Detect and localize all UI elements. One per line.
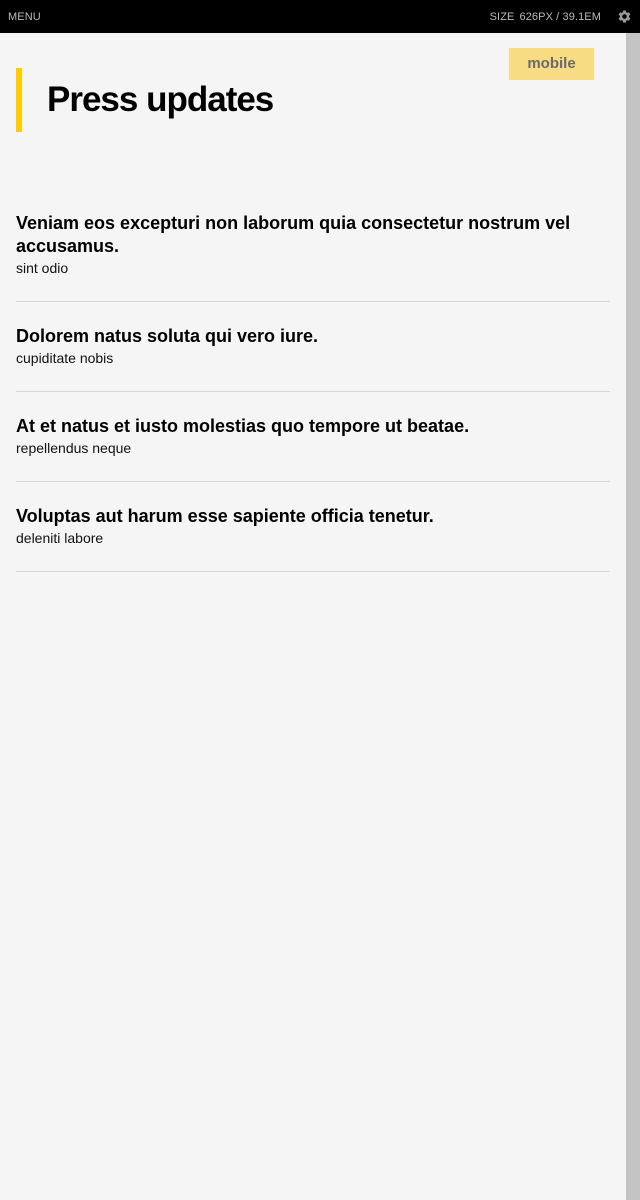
size-label: SIZE <box>489 11 515 23</box>
vertical-scrollbar[interactable] <box>626 33 640 1200</box>
press-item[interactable]: Veniam eos excepturi non laborum quia co… <box>16 212 610 302</box>
size-value: 626PX / 39.1EM <box>519 11 601 23</box>
press-item-subtitle: cupiditate nobis <box>16 350 114 366</box>
press-list: Veniam eos excepturi non laborum quia co… <box>16 212 610 595</box>
menu-button[interactable]: MENU <box>8 11 41 23</box>
gear-icon[interactable] <box>617 9 632 24</box>
press-item[interactable]: At et natus et iusto molestias quo tempo… <box>16 415 610 482</box>
press-item-title[interactable]: Veniam eos excepturi non laborum quia co… <box>16 212 610 258</box>
press-item-subtitle: sint odio <box>16 260 69 276</box>
press-item-subtitle: deleniti labore <box>16 530 104 546</box>
page-title: Press updates <box>47 80 274 119</box>
press-item-subtitle: repellendus neque <box>16 440 132 456</box>
press-item-title[interactable]: Voluptas aut harum esse sapiente officia… <box>16 505 610 528</box>
press-item-title[interactable]: Dolorem natus soluta qui vero iure. <box>16 325 610 348</box>
page-title-block: Press updates <box>16 68 274 132</box>
press-item[interactable]: Dolorem natus soluta qui vero iure. cupi… <box>16 325 610 392</box>
breakpoint-badge: mobile <box>509 48 594 80</box>
page-viewport: mobile Press updates Veniam eos exceptur… <box>0 33 626 1200</box>
viewport-size-readout: SIZE 626PX / 39.1EM <box>490 11 601 23</box>
press-item-title[interactable]: At et natus et iusto molestias quo tempo… <box>16 415 610 438</box>
top-toolbar: MENU SIZE 626PX / 39.1EM <box>0 0 640 33</box>
press-item[interactable]: Voluptas aut harum esse sapiente officia… <box>16 505 610 572</box>
